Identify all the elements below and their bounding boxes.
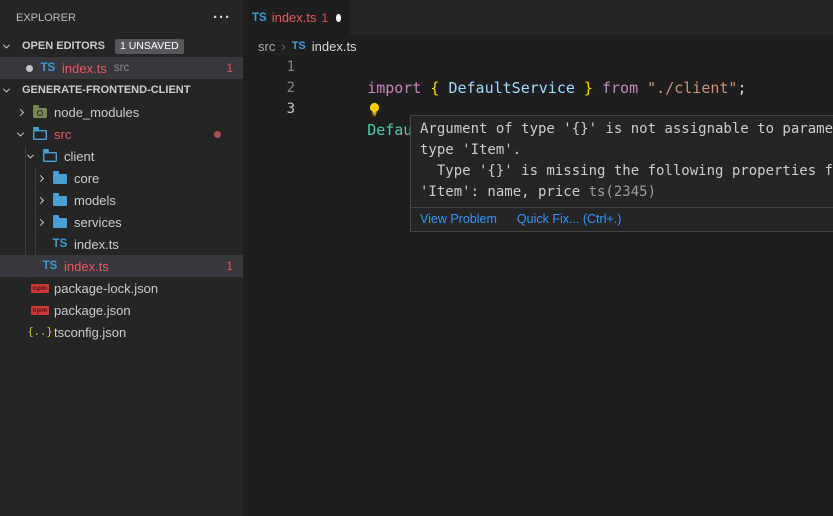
tree-item-services[interactable]: services: [0, 211, 243, 233]
tab-error-count: 1: [322, 11, 329, 25]
open-editor-folder-hint: src: [114, 62, 129, 74]
more-actions-icon[interactable]: ···: [213, 13, 231, 23]
tree-item-package-lock-json[interactable]: npm package-lock.json: [0, 277, 243, 299]
code-line-1[interactable]: 1import { DefaultService } from "./clien…: [243, 57, 833, 78]
error-count-badge: 1: [226, 61, 233, 75]
tab-title: index.ts: [272, 10, 317, 25]
tree-item-client-index-ts[interactable]: TS index.ts: [0, 233, 243, 255]
tab-bar: TS index.ts 1: [243, 0, 833, 35]
view-problem-link[interactable]: View Problem: [420, 212, 497, 226]
tree-item-models[interactable]: models: [0, 189, 243, 211]
error-count-badge: 1: [226, 259, 233, 273]
tree-item-src[interactable]: src: [0, 123, 243, 145]
npm-icon: npm: [32, 284, 48, 293]
folder-icon: [52, 216, 68, 228]
tree-item-src-index-ts[interactable]: TS index.ts 1: [0, 255, 243, 277]
open-editors-header[interactable]: OPEN EDITORS 1 UNSAVED: [0, 35, 243, 57]
json-config-icon: {..}: [32, 326, 48, 338]
tree-item-client[interactable]: client: [0, 145, 243, 167]
hover-message-line: 'Item': name, price ts(2345): [420, 182, 833, 203]
breadcrumb-folder[interactable]: src: [258, 39, 275, 54]
code-line-2[interactable]: 2: [243, 78, 833, 99]
quick-fix-link[interactable]: Quick Fix... (Ctrl+.): [517, 212, 622, 226]
indent-guide: [25, 146, 26, 278]
tree-item-core[interactable]: core: [0, 167, 243, 189]
node-modules-folder-icon: [32, 106, 48, 118]
open-editor-item-index-ts[interactable]: TS index.ts src 1: [0, 57, 243, 79]
unsaved-badge: 1 UNSAVED: [115, 39, 184, 54]
tree-item-tsconfig-json[interactable]: {..} tsconfig.json: [0, 321, 243, 343]
unsaved-dot-icon[interactable]: [336, 14, 341, 22]
line-number: 1: [243, 57, 295, 78]
chevron-down-icon: [28, 154, 42, 159]
typescript-file-icon: TS: [52, 238, 68, 250]
workspace-name: GENERATE-FRONTEND-CLIENT: [22, 84, 190, 96]
problem-dot-badge: [214, 131, 221, 138]
explorer-title: EXPLORER: [16, 12, 76, 24]
chevron-down-icon: [18, 132, 32, 137]
typescript-file-icon: TS: [40, 62, 56, 74]
hover-actions: View Problem Quick Fix... (Ctrl+.): [411, 207, 833, 231]
open-editors-label: OPEN EDITORS: [22, 40, 105, 52]
indent-guide: [35, 168, 36, 256]
open-editor-file-name: index.ts: [62, 61, 107, 76]
open-folder-icon: [32, 128, 48, 140]
folder-icon: [52, 194, 68, 206]
chevron-right-icon: [18, 110, 32, 115]
hover-message: Argument of type '{}' is not assignable …: [411, 116, 833, 207]
chevron-right-icon: [38, 220, 52, 225]
line-number: 3: [243, 99, 295, 120]
explorer-title-bar: EXPLORER ···: [0, 0, 243, 35]
error-code: ts(2345): [589, 184, 656, 200]
tree-item-node-modules[interactable]: node_modules: [0, 101, 243, 123]
code-area[interactable]: 1import { DefaultService } from "./clien…: [243, 57, 833, 120]
folder-icon: [52, 172, 68, 184]
chevron-right-icon: [38, 176, 52, 181]
open-folder-icon: [42, 150, 58, 162]
typescript-file-icon: TS: [252, 12, 267, 24]
breadcrumb-separator: ›: [281, 39, 285, 54]
error-hover-tooltip: Argument of type '{}' is not assignable …: [410, 115, 833, 232]
explorer-sidebar: EXPLORER ··· OPEN EDITORS 1 UNSAVED TS i…: [0, 0, 243, 516]
line-number: 2: [243, 78, 295, 99]
breadcrumb-file[interactable]: index.ts: [312, 39, 357, 54]
editor-group: TS index.ts 1 src › TS index.ts 1import …: [243, 0, 833, 516]
typescript-file-icon: TS: [292, 40, 306, 52]
chevron-down-icon: [4, 44, 18, 49]
breadcrumb: src › TS index.ts: [243, 35, 833, 57]
hover-message-line: Argument of type '{}' is not assignable …: [420, 119, 833, 140]
tree-item-package-json[interactable]: npm package.json: [0, 299, 243, 321]
tab-index-ts[interactable]: TS index.ts 1: [243, 0, 350, 35]
modified-dot-icon: [26, 65, 33, 72]
chevron-down-icon: [4, 88, 18, 93]
hover-message-line: type 'Item'.: [420, 140, 833, 161]
typescript-file-icon: TS: [42, 260, 58, 272]
hover-message-line: Type '{}' is missing the following prope…: [420, 161, 833, 182]
workspace-section-header[interactable]: GENERATE-FRONTEND-CLIENT: [0, 79, 243, 101]
chevron-right-icon: [38, 198, 52, 203]
npm-icon: npm: [32, 306, 48, 315]
